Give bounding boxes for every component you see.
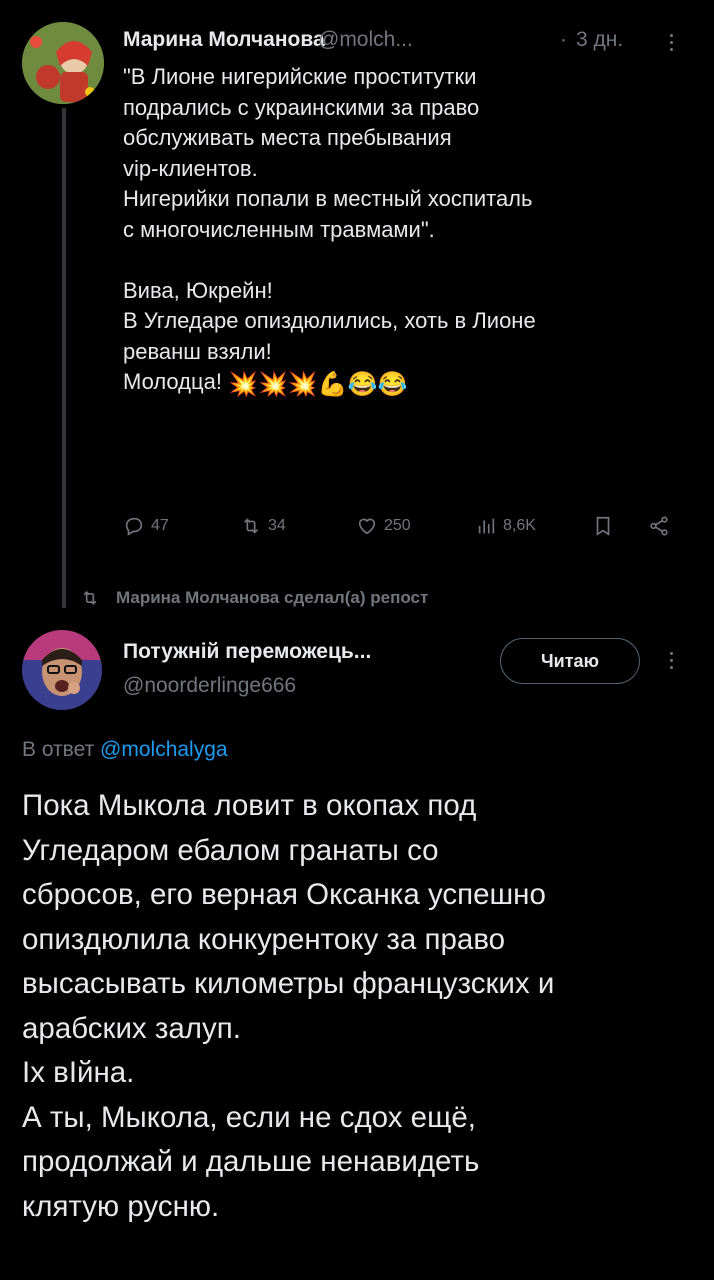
- like-count: 250: [384, 517, 411, 534]
- tweet1-separator: ·: [560, 28, 567, 51]
- reply-count: 47: [151, 517, 169, 534]
- reply-button[interactable]: 47: [123, 515, 169, 537]
- avatar-potuzhniy[interactable]: [22, 630, 102, 710]
- tweet1-more-icon[interactable]: [670, 34, 673, 51]
- views-icon: [478, 518, 495, 534]
- repost-button[interactable]: 34: [240, 515, 286, 537]
- tweet1-emojis: 💥💥💥💪😂😂: [228, 371, 408, 398]
- following-button[interactable]: Читаю: [500, 638, 640, 684]
- bookmark-button[interactable]: [592, 515, 614, 537]
- tweet1-body: "В Лионе нигерийские проститутки подрали…: [123, 64, 536, 394]
- tweet1-time[interactable]: 3 дн.: [576, 28, 623, 52]
- repost-icon: [243, 518, 259, 534]
- avatar-image: [22, 630, 102, 710]
- avatar-marina[interactable]: [22, 22, 104, 104]
- views-count: 8,6K: [503, 517, 536, 534]
- tweet1-handle[interactable]: @molch...: [318, 28, 413, 52]
- share-icon: [650, 516, 668, 536]
- tweet2-handle[interactable]: @noorderlinge666: [123, 674, 296, 698]
- avatar-image: [22, 22, 104, 104]
- tweet2-text: Пока Мыкола ловит в окопах под Угледаром…: [22, 789, 555, 1223]
- repost-count: 34: [268, 517, 286, 534]
- reply-icon: [125, 517, 143, 536]
- repost-notice: Марина Молчанова сделал(а) репост: [80, 588, 428, 608]
- tweet2-author-name[interactable]: Потужній переможець...: [123, 640, 371, 664]
- reply-handle-link[interactable]: @molchalyga: [100, 738, 228, 761]
- thread-line: [62, 108, 66, 608]
- reply-prefix: В ответ: [22, 738, 95, 761]
- repost-notice-text[interactable]: Марина Молчанова сделал(а) репост: [116, 588, 428, 608]
- repost-notice-icon: [83, 590, 97, 606]
- heart-icon: [358, 518, 376, 535]
- reply-context: В ответ @molchalyga: [22, 738, 228, 762]
- tweet1-author-name[interactable]: Марина Молчанова: [123, 28, 325, 52]
- share-button[interactable]: [648, 515, 670, 537]
- tweet1-text: "В Лионе нигерийские проститутки подрали…: [123, 62, 693, 398]
- like-button[interactable]: 250: [356, 515, 411, 537]
- tweet2-more-icon[interactable]: [670, 652, 673, 669]
- bookmark-icon: [596, 516, 610, 536]
- views-button[interactable]: 8,6K: [475, 515, 536, 537]
